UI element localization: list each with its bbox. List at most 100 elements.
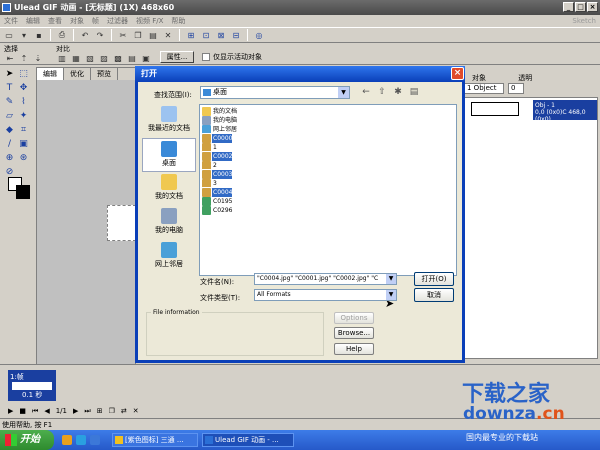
pointer-icon[interactable]: ➤ [4,69,15,80]
menu-frame[interactable]: 帧 [92,15,99,27]
crop-icon[interactable]: ⊟ [230,29,242,41]
menu-filter[interactable]: 过滤器 [107,15,128,27]
tab-preview[interactable]: 预览 [91,68,118,80]
quicklaunch-icon[interactable] [90,435,100,445]
prev-frame-icon[interactable]: ◀ [44,407,49,415]
delete-frame-icon[interactable]: ✕ [133,407,139,415]
menu-object[interactable]: 对象 [70,15,84,27]
first-frame-icon[interactable]: ⏮ [32,407,38,416]
place-desktop[interactable]: 桌面 [142,138,196,172]
zoom-icon[interactable]: ◎ [253,29,265,41]
shape-icon[interactable]: ▣ [18,139,29,150]
add-frame-icon[interactable]: ⊡ [200,29,212,41]
place-my-computer[interactable]: 我的电脑 [142,206,196,240]
cancel-button[interactable]: 取消 [414,288,454,302]
brush-icon[interactable]: ✎ [4,97,15,108]
insert-frame-icon[interactable]: ⊞ [185,29,197,41]
open-icon[interactable]: ▾ [18,29,30,41]
move-icon[interactable]: ✥ [18,83,29,94]
last-frame-icon[interactable]: ⏭ [84,407,90,416]
menu-file[interactable]: 文件 [4,15,18,27]
browse-button[interactable]: Browse... [334,327,374,339]
file-item[interactable]: 1 [202,143,217,152]
open-button[interactable]: 打开(O) [414,272,454,286]
chevron-down-icon[interactable]: ▼ [338,87,349,98]
file-item[interactable]: C0195 [202,197,232,206]
chevron-down-icon[interactable]: ▼ [386,274,396,284]
look-in-select[interactable]: 桌面 ▼ [200,86,350,99]
copy-icon[interactable]: ❐ [132,29,144,41]
merge-icon[interactable]: ⊠ [215,29,227,41]
align-icon[interactable]: ▨ [98,52,110,64]
save-icon[interactable]: ▪ [33,29,45,41]
align-icon[interactable]: ▣ [140,52,152,64]
view-menu-icon[interactable]: ▤ [408,86,420,98]
menu-view[interactable]: 查看 [48,15,62,27]
file-item[interactable]: 我的电脑 [202,116,237,125]
hand-icon[interactable]: ⊛ [18,153,29,164]
minimize-button[interactable]: _ [563,2,574,12]
align-icon[interactable]: ▤ [126,52,138,64]
chevron-down-icon[interactable]: ▼ [386,290,396,300]
active-object-checkbox[interactable] [202,53,210,61]
dialog-close-button[interactable]: × [451,67,464,80]
new-icon[interactable]: ▭ [3,29,15,41]
file-item[interactable]: 网上邻居 [202,125,237,134]
text-icon[interactable]: T [4,83,15,94]
menu-help[interactable]: 帮助 [171,15,185,27]
duplicate-frame-icon[interactable]: ❐ [109,407,115,415]
align-icon[interactable]: ▩ [112,52,124,64]
align-icon[interactable]: ▥ [56,52,68,64]
up-folder-icon[interactable]: ⇧ [376,86,388,98]
new-folder-icon[interactable]: ✱ [392,86,404,98]
file-item[interactable]: C0296 [202,206,232,215]
close-window-button[interactable]: × [587,2,598,12]
filetype-select[interactable]: All Formats ▼ [254,289,397,301]
stop-icon[interactable]: ■ [19,407,26,415]
back-icon[interactable]: ← [360,86,372,98]
properties-button[interactable]: 属性... [160,51,194,63]
paste-icon[interactable]: ▤ [147,29,159,41]
object-select[interactable]: 1 Object [464,83,504,94]
options-button[interactable]: Options [334,312,374,324]
align-down-icon[interactable]: ⇣ [32,52,44,64]
undo-icon[interactable]: ↶ [79,29,91,41]
lasso-icon[interactable]: ⌇ [18,97,29,108]
align-icon[interactable]: ▦ [70,52,82,64]
redo-icon[interactable]: ↷ [94,29,106,41]
play-icon[interactable]: ▶ [8,407,13,415]
file-item[interactable]: C0002 [201,151,233,162]
marquee-icon[interactable]: ⬚ [18,69,29,80]
opacity-input[interactable]: 0 [508,83,524,94]
fill-icon[interactable]: ◆ [4,125,15,136]
menu-video-fx[interactable]: 视频 F/X [136,15,163,27]
pen-icon[interactable]: / [4,139,15,150]
help-button[interactable]: Help [334,343,374,355]
file-item[interactable]: 2 [202,161,217,170]
object-list[interactable]: Obj - 1 0,0 (0x0)C 468,0 (0x0) [464,97,598,359]
filename-input[interactable]: "C0004.jpg" "C0001.jpg" "C0002.jpg" "C ▼ [254,273,397,285]
frame-thumbnail[interactable]: 1:帧 0.1 秒 [8,370,56,401]
file-item[interactable]: 我的文档 [202,107,237,116]
delete-icon[interactable]: ✕ [162,29,174,41]
file-item[interactable]: C0000 [201,133,233,144]
tween-icon[interactable]: ⇄ [121,407,127,415]
print-icon[interactable]: ⎙ [56,29,68,41]
align-icon[interactable]: ▧ [84,52,96,64]
file-item[interactable]: C0003 [201,169,233,180]
wand-icon[interactable]: ✦ [18,111,29,122]
image-canvas[interactable] [107,205,136,241]
menu-edit[interactable]: 编辑 [26,15,40,27]
maximize-button[interactable]: □ [575,2,586,12]
zoom-tool-icon[interactable]: ⊕ [4,153,15,164]
taskbar-item[interactable]: [紫色图标] 三通 ... [112,433,198,447]
background-color-swatch[interactable] [16,185,30,199]
tab-optimize[interactable]: 优化 [64,68,91,80]
quicklaunch-icon[interactable] [62,435,72,445]
file-list[interactable]: 我的文档 我的电脑 网上邻居 C0000 1 C0002 2 C0003 3 C… [199,104,457,310]
crop-tool-icon[interactable]: ⌗ [18,125,29,136]
object-row[interactable]: Obj - 1 0,0 (0x0)C 468,0 (0x0) [533,100,597,123]
place-recent[interactable]: 我最近的文档 [142,104,196,138]
tab-edit[interactable]: 编辑 [37,68,64,80]
canvas-workspace[interactable] [37,80,136,365]
